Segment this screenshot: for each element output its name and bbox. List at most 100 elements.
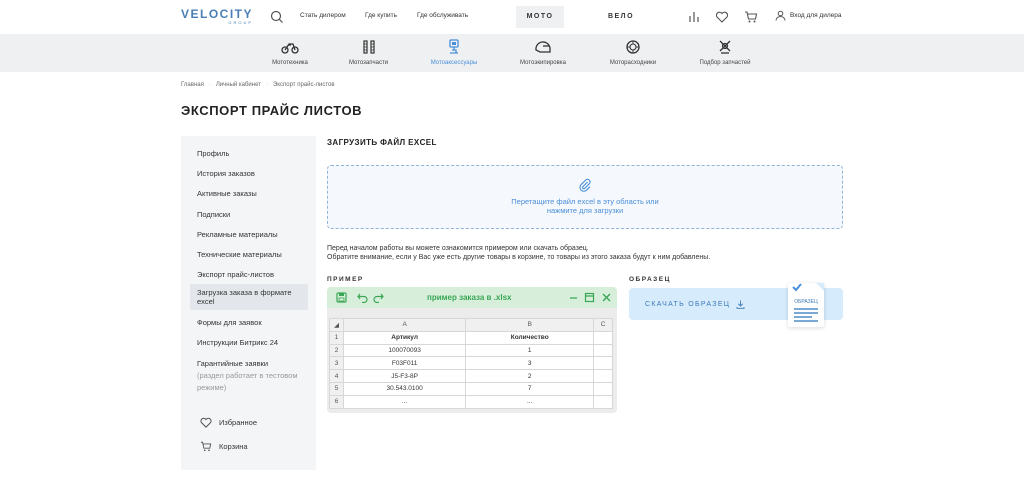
excel-example: пример заказа в .xlsx ◢ A B C 1 Артикул … — [327, 287, 617, 413]
grid-row: 4 J5-F3-8P 2 — [329, 369, 613, 383]
accessory-icon — [449, 39, 459, 54]
category-motoraskhodniki[interactable]: Моторасходники — [602, 39, 664, 66]
gear-parts-icon — [719, 40, 731, 54]
grid-cell — [593, 356, 613, 371]
grid-cell: F03F011 — [342, 356, 467, 371]
sidebar-item-tech-materials[interactable]: Технические материалы — [197, 250, 282, 259]
where-to-service-link[interactable]: Где обслуживать — [417, 12, 468, 19]
grid-cell: ... — [342, 394, 467, 409]
page-title: ЭКСПОРТ ПРАЙС ЛИСТОВ — [181, 103, 363, 118]
row-number: 4 — [329, 369, 344, 383]
category-label: Мотоаксессуары — [430, 60, 478, 66]
download-icon — [736, 300, 745, 309]
category-podbor-zapchastey[interactable]: Подбор запчастей — [692, 39, 758, 66]
sidebar-item-profile[interactable]: Профиль — [197, 149, 229, 158]
account-sidebar: Профиль История заказов Активные заказы … — [181, 136, 316, 470]
example-label: ПРИМЕР — [327, 276, 364, 283]
user-icon — [775, 10, 786, 21]
sidebar-item-active-orders[interactable]: Активные заказы — [197, 189, 257, 198]
sidebar-item-warranty-label: Гарантийные заявки — [197, 359, 269, 368]
grid-cell: ... — [465, 394, 595, 409]
grid-cell — [593, 330, 613, 345]
dealer-login-label: Вход для дилера — [790, 12, 842, 19]
row-number: 6 — [329, 394, 344, 409]
tab-moto[interactable]: МОТО — [516, 6, 564, 28]
grid-cell — [593, 343, 613, 358]
tire-icon — [626, 40, 640, 54]
excel-titlebar: пример заказа в .xlsx — [327, 287, 617, 308]
document-line — [794, 320, 818, 322]
sidebar-item-request-forms[interactable]: Формы для заявок — [197, 318, 262, 327]
row-number: 3 — [329, 356, 344, 371]
grid-header-row: ◢ A B C — [329, 318, 613, 332]
dropzone-upload-link[interactable]: нажмите для загрузки — [328, 206, 842, 215]
upload-note-line2: Обратите внимание, если у Вас уже есть д… — [327, 254, 711, 261]
shock-absorber-icon — [362, 40, 375, 54]
grid-cell — [593, 394, 613, 409]
grid-cell — [593, 381, 613, 396]
sidebar-cart[interactable]: Корзина — [200, 441, 248, 452]
velocity-logo[interactable]: VELOCITY GROUP — [181, 7, 253, 25]
dropzone-text: Перетащите файл excel в эту область или — [511, 197, 659, 206]
upload-note-line1: Перед началом работы вы можете ознакомит… — [327, 245, 589, 252]
sidebar-item-subscriptions[interactable]: Подписки — [197, 210, 230, 219]
document-line — [794, 316, 812, 318]
sidebar-item-price-export[interactable]: Экспорт прайс-листов — [197, 270, 274, 279]
category-mototechnika[interactable]: Мототехника — [265, 39, 315, 66]
sidebar-item-promo-materials[interactable]: Рекламные материалы — [197, 230, 278, 239]
paperclip-icon — [579, 178, 591, 192]
row-number: 5 — [329, 381, 344, 396]
row-number: 1 — [329, 330, 344, 345]
download-sample-button[interactable]: СКАЧАТЬ ОБРАЗЕЦ — [645, 300, 745, 309]
cart-icon — [200, 441, 212, 452]
sample-label: ОБРАЗЕЦ — [629, 276, 671, 283]
heart-icon[interactable] — [715, 10, 729, 24]
top-header: VELOCITY GROUP Стать дилером Где купить … — [0, 0, 1024, 34]
sidebar-item-warranty[interactable]: Гарантийные заявки (раздел работает в те… — [197, 358, 307, 394]
sidebar-item-excel-order-upload[interactable]: Загрузка заказа в формате excel — [190, 284, 308, 310]
document-line — [794, 312, 818, 314]
upload-section-title: ЗАГРУЗИТЬ ФАЙЛ EXCEL — [327, 138, 437, 147]
grid-corner: ◢ — [329, 318, 344, 332]
category-motoaksessuary[interactable]: Мотоаксессуары — [424, 39, 484, 66]
grid-cell: 100070093 — [342, 343, 467, 358]
category-motoekipirovka[interactable]: Мотоэкипировка — [513, 39, 573, 66]
breadcrumb: Главная · Личный кабинет · Экспорт прайс… — [181, 82, 335, 88]
grid-row: 1 Артикул Количество — [329, 330, 613, 345]
redo-icon — [373, 293, 384, 303]
search-icon[interactable] — [270, 10, 284, 24]
grid-cell: 30.543.0100 — [342, 381, 467, 396]
sample-document-icon: ОБРАЗЕЦ — [788, 283, 824, 327]
grid-cell: J5-F3-8P — [342, 369, 467, 383]
excel-grid: ◢ A B C 1 Артикул Количество 2 100070093… — [329, 318, 613, 409]
excel-dropzone[interactable]: Перетащите файл excel в эту область или … — [327, 165, 843, 229]
category-motozapchasti[interactable]: Мотозапчасти — [341, 39, 396, 66]
breadcrumb-current: Экспорт прайс-листов — [272, 82, 335, 88]
dealer-login[interactable]: Вход для дилера — [775, 10, 841, 21]
compare-icon[interactable] — [687, 10, 701, 24]
sidebar-item-bitrix-instructions[interactable]: Инструкции Битрикс 24 — [197, 338, 278, 347]
breadcrumb-home[interactable]: Главная — [181, 82, 204, 88]
minimize-icon — [570, 297, 577, 299]
checkmark-icon — [792, 283, 802, 292]
category-label: Мотоэкипировка — [520, 60, 566, 66]
become-dealer-link[interactable]: Стать дилером — [300, 12, 346, 19]
sidebar-favorites-label: Избранное — [219, 418, 258, 427]
maximize-icon — [584, 292, 595, 303]
excel-filename: пример заказа в .xlsx — [427, 293, 512, 302]
category-label: Подбор запчастей — [699, 60, 751, 66]
column-header: B — [465, 318, 595, 332]
grid-row: 3 F03F011 3 — [329, 356, 613, 371]
sidebar-item-warranty-note: (раздел работает в тестовом режиме) — [197, 371, 298, 392]
tab-velo[interactable]: ВЕЛО — [597, 6, 645, 28]
grid-cell: Количество — [465, 330, 595, 345]
cart-icon[interactable] — [744, 10, 758, 24]
breadcrumb-account[interactable]: Личный кабинет — [216, 82, 261, 88]
sidebar-favorites[interactable]: Избранное — [200, 417, 257, 428]
grid-row: 2 100070093 1 — [329, 343, 613, 358]
logo-text: VELOCITY — [181, 7, 254, 21]
grid-cell: 2 — [465, 369, 595, 383]
sidebar-item-order-history[interactable]: История заказов — [197, 169, 255, 178]
motorcycle-icon — [281, 43, 299, 54]
where-to-buy-link[interactable]: Где купить — [365, 12, 397, 19]
